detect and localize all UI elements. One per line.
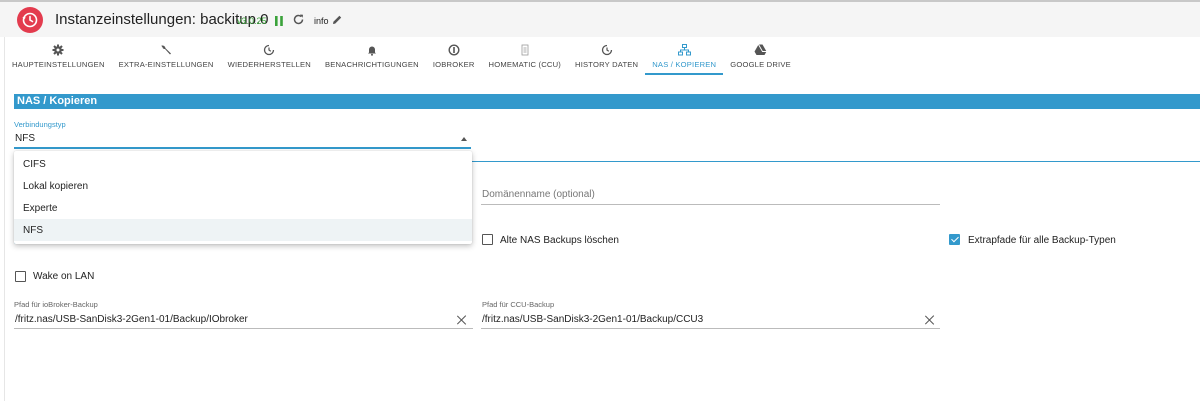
wake-on-lan-checkbox[interactable] — [15, 271, 26, 282]
wrench-icon — [160, 43, 172, 56]
select-underline — [14, 147, 471, 149]
backup-clock-icon — [17, 7, 43, 33]
homematic-icon — [519, 43, 531, 56]
history-icon — [263, 43, 275, 56]
connection-type-label: Verbindungstyp — [14, 120, 66, 129]
extra-paths-checkbox[interactable] — [949, 234, 960, 245]
app-header: Instanzeinstellungen: backitup.0 v3.0.25… — [0, 0, 1200, 37]
info-label: info — [314, 16, 329, 26]
tab-notifications[interactable]: BENACHRICHTIGUNGEN — [318, 37, 426, 75]
option-expert[interactable]: Experte — [14, 197, 472, 219]
clear-icon[interactable] — [925, 315, 935, 325]
delete-old-backups-checkbox[interactable] — [482, 234, 493, 245]
ccu-path-input[interactable]: /fritz.nas/USB-SanDisk3-2Gen1-01/Backup/… — [482, 314, 703, 325]
connection-type-menu: CIFS Lokal kopieren Experte NFS — [14, 151, 472, 244]
tab-bar: HAUPTEINSTELLUNGEN EXTRA-EINSTELLUNGEN W… — [5, 37, 798, 75]
option-cifs[interactable]: CIFS — [14, 153, 472, 175]
connection-type-select[interactable]: NFS — [15, 133, 35, 144]
domain-underline — [481, 204, 940, 205]
delete-old-backups-label: Alte NAS Backups löschen — [500, 235, 619, 246]
history-icon — [601, 43, 613, 56]
gear-icon — [52, 43, 64, 56]
network-icon — [677, 43, 691, 56]
ccu-path-label: Pfad für CCU-Backup — [482, 300, 555, 309]
section-title: NAS / Kopieren — [17, 95, 98, 107]
extra-paths-label: Extrapfade für alle Backup-Typen — [968, 235, 1116, 246]
tab-iobroker[interactable]: IOBROKER — [426, 37, 482, 75]
wake-on-lan-label: Wake on LAN — [33, 271, 95, 282]
tab-main-settings[interactable]: HAUPTEINSTELLUNGEN — [5, 37, 112, 75]
google-drive-icon — [754, 43, 767, 56]
iobroker-icon — [448, 43, 460, 56]
option-nfs[interactable]: NFS — [14, 219, 472, 241]
domain-name-field[interactable]: Domänenname (optional) — [482, 189, 595, 200]
pencil-icon[interactable] — [331, 13, 343, 31]
divider-line — [471, 161, 1200, 162]
caret-up-icon[interactable] — [461, 137, 467, 141]
pause-icon[interactable] — [274, 14, 284, 26]
tab-nas-copy[interactable]: NAS / KOPIEREN — [645, 37, 724, 75]
iobroker-path-input[interactable]: /fritz.nas/USB-SanDisk3-2Gen1-01/Backup/… — [15, 314, 248, 325]
clear-icon[interactable] — [457, 315, 467, 325]
iobroker-path-underline — [14, 328, 473, 329]
version-label: v3.0.25 — [237, 16, 267, 26]
iobroker-path-label: Pfad für ioBroker-Backup — [14, 300, 98, 309]
section-header: NAS / Kopieren — [14, 94, 1200, 109]
tab-extra-settings[interactable]: EXTRA-EINSTELLUNGEN — [112, 37, 221, 75]
tab-google-drive[interactable]: GOOGLE DRIVE — [723, 37, 798, 75]
tab-history-data[interactable]: HISTORY DATEN — [568, 37, 645, 75]
tab-restore[interactable]: WIEDERHERSTELLEN — [221, 37, 318, 75]
option-local-copy[interactable]: Lokal kopieren — [14, 175, 472, 197]
ccu-path-underline — [481, 328, 940, 329]
bell-icon — [366, 43, 378, 56]
content-border — [4, 37, 5, 401]
reload-icon[interactable] — [292, 13, 305, 31]
tab-homematic[interactable]: HOMEMATIC (CCU) — [482, 37, 568, 75]
